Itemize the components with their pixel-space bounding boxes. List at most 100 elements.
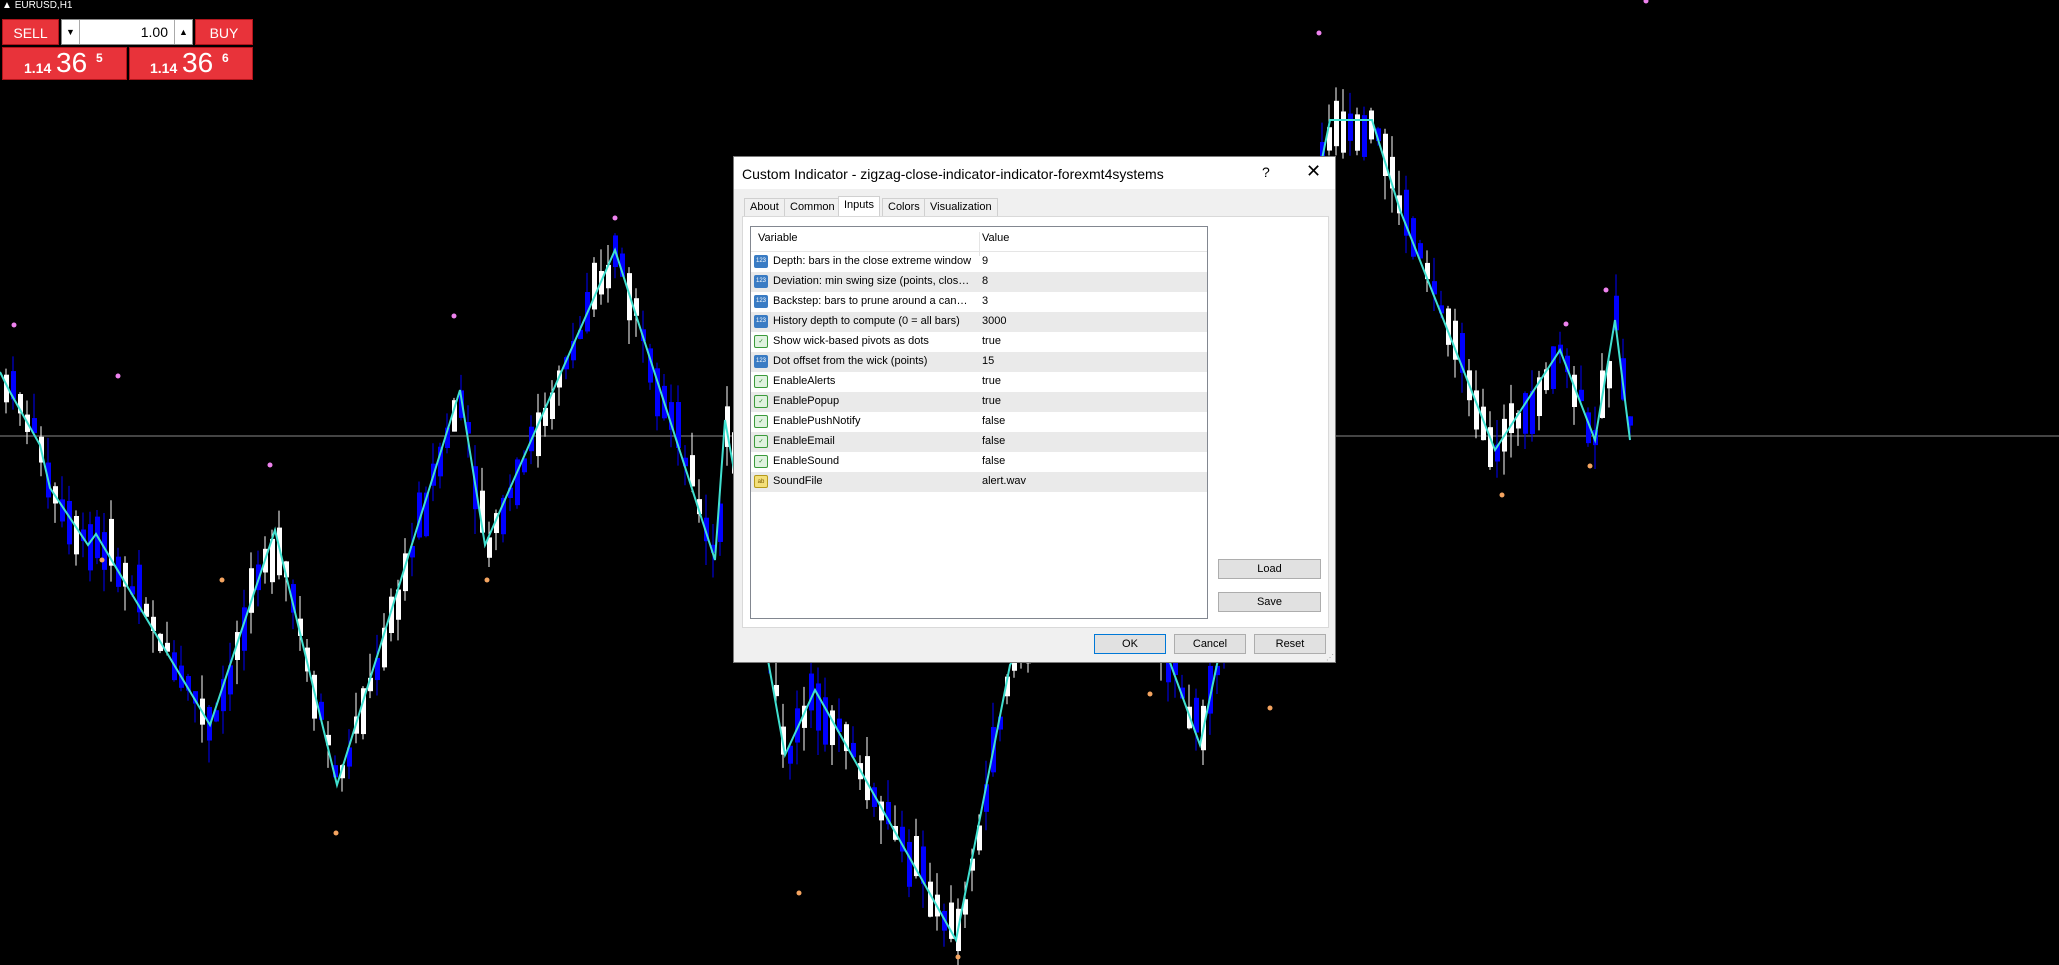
low-pivot-dot bbox=[796, 890, 802, 896]
table-header: Variable Value bbox=[751, 227, 1207, 256]
variable-name: Show wick-based pivots as dots bbox=[773, 335, 929, 347]
high-pivot-dot bbox=[115, 373, 121, 379]
inputs-panel: Variable Value 123 Depth: bars in the clo… bbox=[742, 216, 1329, 628]
boolean-type-icon: ✓ bbox=[754, 455, 768, 468]
table-row[interactable]: ✓ EnableAlerts true bbox=[751, 372, 1207, 392]
low-pivot-dot bbox=[955, 954, 961, 960]
symbol-text: EURUSD,H1 bbox=[14, 0, 73, 11]
candle-body bbox=[816, 683, 821, 731]
table-row[interactable]: 123 Deviation: min swing size (points, cl… bbox=[751, 272, 1207, 292]
reset-button[interactable]: Reset bbox=[1254, 634, 1326, 654]
tab-about[interactable]: About bbox=[744, 198, 785, 217]
table-row[interactable]: 123 Depth: bars in the close extreme wind… bbox=[751, 252, 1207, 272]
integer-type-icon: 123 bbox=[754, 255, 768, 268]
boolean-type-icon: ✓ bbox=[754, 395, 768, 408]
low-pivot-dot bbox=[484, 577, 490, 583]
high-pivot-dot bbox=[451, 313, 457, 319]
variable-name: SoundFile bbox=[773, 475, 823, 487]
candle-body bbox=[1348, 113, 1353, 141]
high-pivot-dot bbox=[267, 462, 273, 468]
table-row[interactable]: ✓ Show wick-based pivots as dots true bbox=[751, 332, 1207, 352]
variable-name: EnablePushNotify bbox=[773, 415, 861, 427]
high-pivot-dot bbox=[11, 322, 17, 328]
triangle-up-icon[interactable]: ▲ bbox=[174, 20, 192, 44]
variable-value[interactable]: false bbox=[982, 415, 1005, 427]
sell-button[interactable]: SELL bbox=[2, 19, 59, 45]
low-pivot-dot bbox=[1587, 463, 1593, 469]
variable-value[interactable]: 3000 bbox=[982, 315, 1006, 327]
boolean-type-icon: ✓ bbox=[754, 375, 768, 388]
variable-name: Deviation: min swing size (points, close… bbox=[773, 275, 973, 287]
low-pivot-dot bbox=[219, 577, 225, 583]
inputs-table[interactable]: Variable Value 123 Depth: bars in the clo… bbox=[750, 226, 1208, 619]
resize-grip-icon[interactable]: ⋰ bbox=[1326, 653, 1334, 662]
tab-common[interactable]: Common bbox=[784, 198, 841, 217]
save-button[interactable]: Save bbox=[1218, 592, 1321, 612]
low-pivot-dot bbox=[1499, 492, 1505, 498]
table-row[interactable]: ✓ EnableSound false bbox=[751, 452, 1207, 472]
table-row[interactable]: 123 Dot offset from the wick (points) 15 bbox=[751, 352, 1207, 372]
low-pivot-dot bbox=[333, 830, 339, 836]
integer-type-icon: 123 bbox=[754, 295, 768, 308]
low-pivot-dot bbox=[1147, 691, 1153, 697]
candle-body bbox=[1334, 100, 1339, 147]
tab-inputs[interactable]: Inputs bbox=[838, 196, 880, 217]
one-click-trading-panel: SELL ▼ 1.00 ▲ BUY 1.14 36 5 1.14 36 6 bbox=[2, 19, 253, 80]
candle-body bbox=[1194, 697, 1199, 733]
variable-value[interactable]: 3 bbox=[982, 295, 988, 307]
table-row[interactable]: ✓ EnablePushNotify false bbox=[751, 412, 1207, 432]
column-header-value[interactable]: Value bbox=[982, 232, 1009, 244]
variable-name: EnableSound bbox=[773, 455, 840, 467]
custom-indicator-dialog: Custom Indicator - zigzag-close-indicato… bbox=[733, 156, 1336, 663]
candle-body bbox=[88, 524, 93, 571]
integer-type-icon: 123 bbox=[754, 275, 768, 288]
collapse-icon[interactable]: ▲ bbox=[2, 0, 12, 11]
variable-name: History depth to compute (0 = all bars) bbox=[773, 315, 960, 327]
buy-price-button[interactable]: 1.14 36 6 bbox=[129, 47, 253, 80]
boolean-type-icon: ✓ bbox=[754, 415, 768, 428]
boolean-type-icon: ✓ bbox=[754, 335, 768, 348]
table-row[interactable]: ✓ EnableEmail false bbox=[751, 432, 1207, 452]
variable-value[interactable]: false bbox=[982, 435, 1005, 447]
lot-size-value[interactable]: 1.00 bbox=[141, 20, 168, 44]
variable-value[interactable]: true bbox=[982, 335, 1001, 347]
variable-value[interactable]: 8 bbox=[982, 275, 988, 287]
candle-body bbox=[830, 710, 835, 746]
high-pivot-dot bbox=[1316, 30, 1322, 36]
variable-value[interactable]: false bbox=[982, 455, 1005, 467]
low-pivot-dot bbox=[99, 557, 105, 563]
table-row[interactable]: 123 History depth to compute (0 = all bar… bbox=[751, 312, 1207, 332]
triangle-down-icon[interactable]: ▼ bbox=[62, 20, 80, 44]
tab-visualization[interactable]: Visualization bbox=[924, 198, 998, 217]
help-icon[interactable]: ? bbox=[1262, 164, 1270, 180]
close-icon[interactable]: ✕ bbox=[1306, 161, 1321, 182]
variable-name: EnableAlerts bbox=[773, 375, 836, 387]
high-pivot-dot bbox=[612, 215, 618, 221]
table-row[interactable]: ab SoundFile alert.wav bbox=[751, 472, 1207, 492]
variable-value[interactable]: true bbox=[982, 375, 1001, 387]
chart-symbol-label: ▲ EURUSD,H1 bbox=[2, 0, 72, 12]
tab-colors[interactable]: Colors bbox=[882, 198, 926, 217]
candle-body bbox=[1551, 346, 1556, 389]
table-row[interactable]: 123 Backstep: bars to prune around a cand… bbox=[751, 292, 1207, 312]
variable-value[interactable]: 9 bbox=[982, 255, 988, 267]
ok-button[interactable]: OK bbox=[1094, 634, 1166, 654]
cancel-button[interactable]: Cancel bbox=[1174, 634, 1246, 654]
table-row[interactable]: ✓ EnablePopup true bbox=[751, 392, 1207, 412]
high-pivot-dot bbox=[1563, 321, 1569, 327]
load-button[interactable]: Load bbox=[1218, 559, 1321, 579]
dialog-title: Custom Indicator - zigzag-close-indicato… bbox=[742, 166, 1164, 182]
sell-price-button[interactable]: 1.14 36 5 bbox=[2, 47, 127, 80]
integer-type-icon: 123 bbox=[754, 315, 768, 328]
column-header-variable[interactable]: Variable bbox=[758, 232, 798, 244]
buy-button[interactable]: BUY bbox=[195, 19, 253, 45]
high-pivot-dot bbox=[1643, 0, 1649, 4]
variable-value[interactable]: alert.wav bbox=[982, 475, 1026, 487]
lot-size-stepper[interactable]: ▼ 1.00 ▲ bbox=[61, 19, 193, 45]
boolean-type-icon: ✓ bbox=[754, 435, 768, 448]
variable-value[interactable]: 15 bbox=[982, 355, 994, 367]
dialog-title-bar[interactable]: Custom Indicator - zigzag-close-indicato… bbox=[734, 157, 1335, 189]
candle-body bbox=[1341, 111, 1346, 153]
candle-body bbox=[67, 500, 72, 545]
variable-value[interactable]: true bbox=[982, 395, 1001, 407]
